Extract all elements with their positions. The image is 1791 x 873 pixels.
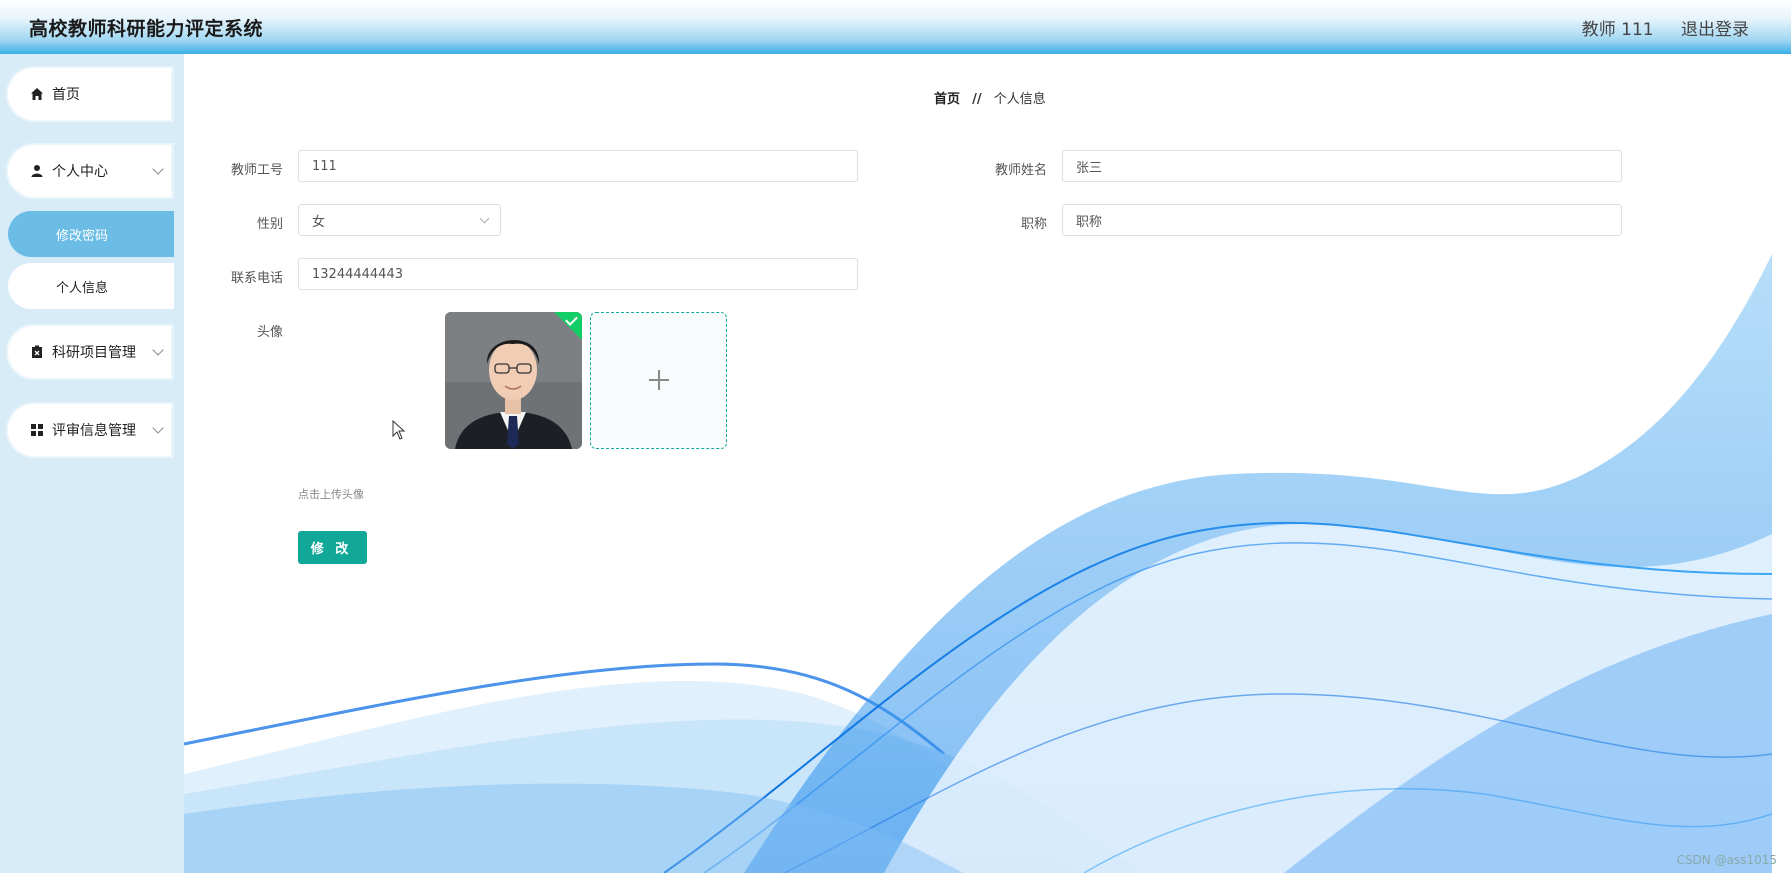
header-user-area: 教师 111 退出登录: [1560, 15, 1749, 40]
grid-icon: [30, 423, 44, 437]
avatar-upload-button[interactable]: [590, 312, 727, 449]
user-icon: [30, 164, 44, 178]
breadcrumb-home[interactable]: 首页: [934, 92, 960, 107]
top-header: 高校教师科研能力评定系统 教师 111 退出登录: [0, 0, 1791, 54]
avatar-upload-tip: 点击上传头像: [298, 488, 364, 501]
title-label: 职称: [1020, 217, 1047, 232]
teacher-name-input[interactable]: 张三: [1062, 150, 1622, 182]
chevron-down-icon: [152, 422, 164, 434]
sidebar-item-label: 首页: [52, 87, 80, 103]
sidebar-item-label: 评审信息管理: [52, 423, 136, 439]
sidebar-item-label: 个人中心: [52, 164, 108, 180]
current-user: 教师 111: [1581, 20, 1654, 40]
submit-button[interactable]: 修 改: [298, 531, 367, 564]
sidebar-subitem-personal-info[interactable]: 个人信息: [8, 263, 174, 309]
breadcrumb: 首页 // 个人信息: [934, 88, 1046, 107]
plus-icon-vertical: [658, 370, 660, 390]
sidebar-item-label: 科研项目管理: [52, 345, 136, 361]
teacher-id-label: 教师工号: [230, 163, 283, 178]
title-input[interactable]: 职称: [1062, 204, 1622, 236]
phone-label: 联系电话: [230, 271, 283, 286]
home-icon: [30, 87, 44, 101]
clipboard-icon: [30, 345, 44, 359]
sidebar-subitem-change-password[interactable]: 修改密码: [8, 211, 174, 257]
chevron-down-icon: [152, 163, 164, 175]
avatar-label: 头像: [256, 325, 283, 340]
gender-select[interactable]: 女: [298, 204, 501, 236]
gender-label: 性别: [256, 217, 283, 232]
teacher-id-input[interactable]: 111: [298, 150, 858, 182]
sidebar-subitem-label: 个人信息: [56, 280, 109, 296]
gender-select-value: 女: [312, 214, 326, 230]
avatar-photo: [445, 312, 582, 449]
logout-button[interactable]: 退出登录: [1681, 20, 1749, 40]
mouse-cursor-icon: [392, 420, 406, 440]
sidebar-item-personal-center[interactable]: 个人中心: [6, 143, 174, 199]
sidebar-item-review-info[interactable]: 评审信息管理: [6, 402, 174, 458]
main-content: 首页 // 个人信息 教师工号 111 教师姓名 张三 性别 女 职称 职称 联…: [184, 54, 1772, 873]
right-edge: [1772, 54, 1791, 873]
chevron-down-icon: [152, 344, 164, 356]
avatar-preview[interactable]: [445, 312, 582, 449]
sidebar-item-research-projects[interactable]: 科研项目管理: [6, 324, 174, 380]
chevron-down-icon: [479, 213, 490, 224]
breadcrumb-separator: //: [972, 92, 982, 107]
app-title: 高校教师科研能力评定系统: [29, 18, 264, 40]
teacher-name-label: 教师姓名: [994, 163, 1047, 178]
watermark: CSDN @ass1015: [1676, 853, 1777, 867]
sidebar-subitem-label: 修改密码: [56, 228, 109, 244]
sidebar-item-home[interactable]: 首页: [6, 66, 174, 122]
sidebar: 首页 个人中心 修改密码 个人信息 科研项目管理 评审信息管理: [0, 54, 184, 873]
phone-input[interactable]: 13244444443: [298, 258, 858, 290]
breadcrumb-current: 个人信息: [993, 92, 1046, 107]
